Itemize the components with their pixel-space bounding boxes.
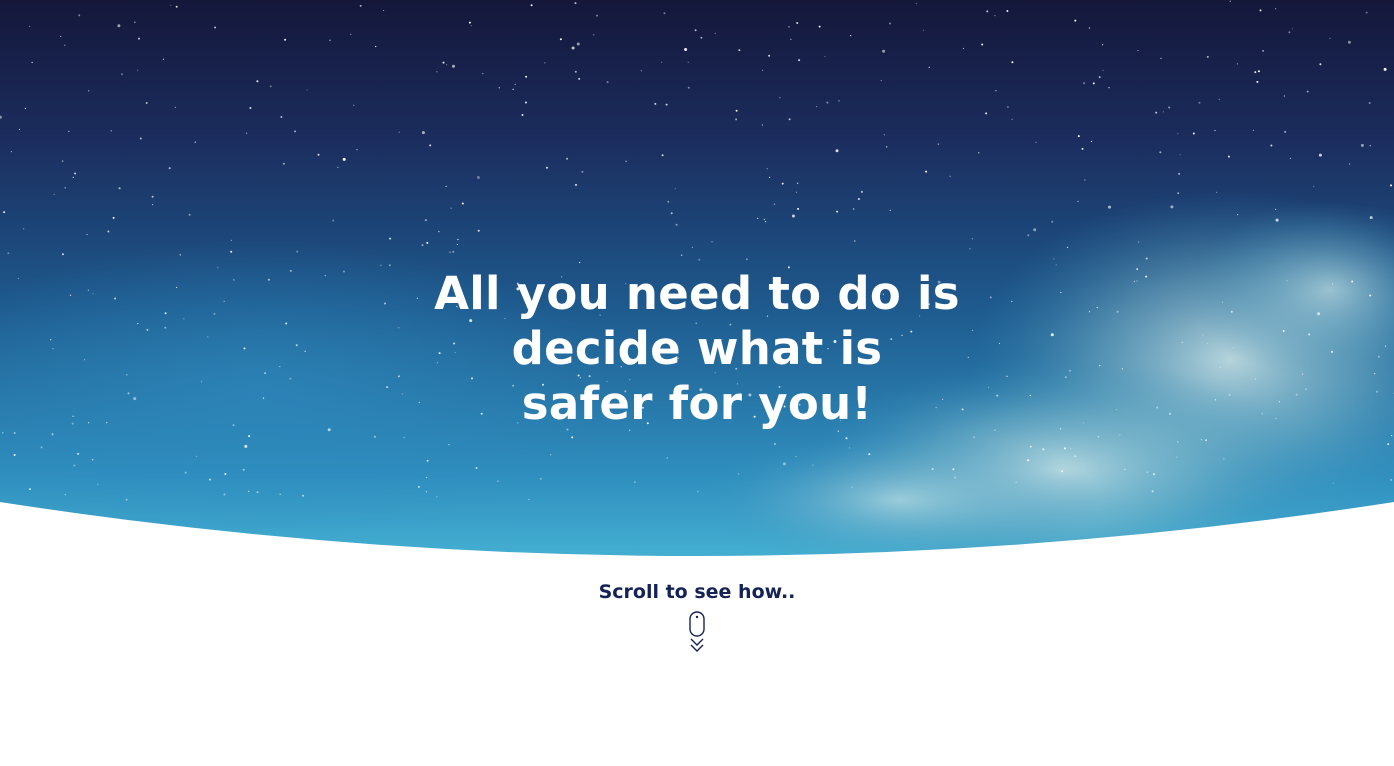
landing-page: All you need to do is decide what is saf… <box>0 0 1394 766</box>
headline-line: All you need to do is <box>434 267 960 320</box>
hero-section: All you need to do is decide what is saf… <box>0 0 1394 560</box>
mouse-scroll-down-icon[interactable] <box>686 611 708 655</box>
hero-headline: All you need to do is decide what is saf… <box>347 266 1047 431</box>
headline-line: decide what is <box>511 322 883 375</box>
scroll-prompt-text: Scroll to see how.. <box>598 581 796 603</box>
headline-line: safer for you! <box>521 377 873 430</box>
